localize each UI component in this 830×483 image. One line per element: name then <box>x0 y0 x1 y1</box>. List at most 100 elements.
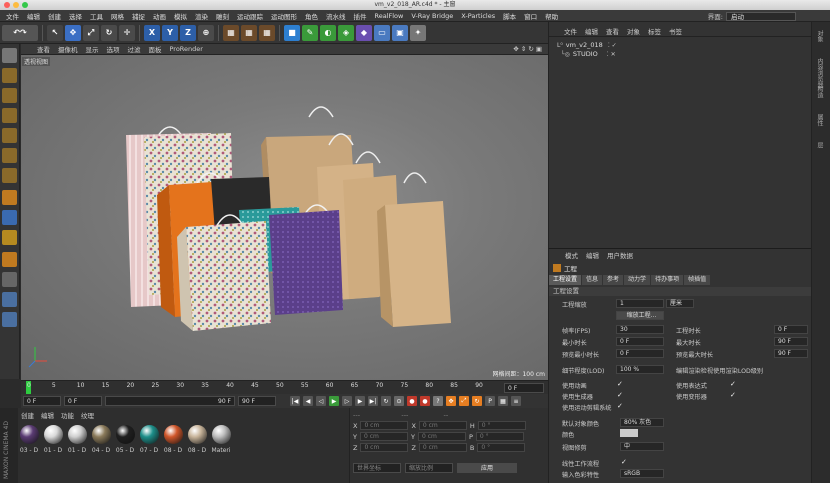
object-menu-item[interactable]: 文件 <box>560 26 581 36</box>
workplane-mode-icon[interactable] <box>2 108 17 123</box>
default-color-select[interactable]: 80% 灰色 <box>620 418 664 427</box>
close-window-button[interactable] <box>4 2 10 8</box>
start-frame-field[interactable]: 0 F <box>23 396 61 406</box>
menu-item[interactable]: 渲染 <box>191 11 212 21</box>
play-icon[interactable]: ▶ <box>329 396 339 406</box>
scale-project-button[interactable]: 缩放工程... <box>616 311 664 320</box>
render-view-icon[interactable]: ▦ <box>223 24 239 41</box>
viewport-menu-item[interactable]: 显示 <box>82 44 103 54</box>
coord-field[interactable]: 0 cm <box>418 443 467 452</box>
parameter-key-icon[interactable]: P <box>485 396 495 406</box>
menu-item[interactable]: 网格 <box>107 11 128 21</box>
camera-icon[interactable]: ▣ <box>392 24 408 41</box>
scale-key-icon[interactable]: ⤢ <box>459 396 469 406</box>
current-frame-field[interactable]: 0 F <box>504 383 544 393</box>
edges-mode-icon[interactable] <box>2 148 17 163</box>
scale-unit-select[interactable]: 厘米 <box>666 299 694 308</box>
next-key-icon[interactable]: ▶ <box>355 396 365 406</box>
attribute-tab[interactable]: 帧插值 <box>684 275 711 285</box>
side-tab[interactable]: 构造 <box>815 86 824 98</box>
viewport-menu-item[interactable]: 面板 <box>145 44 166 54</box>
auto-keyframe-icon[interactable]: ● <box>420 396 430 406</box>
input-profile-select[interactable]: sRGB <box>620 469 664 478</box>
apply-button[interactable]: 应用 <box>457 463 517 473</box>
keyframe-select-icon[interactable]: ⊙ <box>394 396 404 406</box>
attribute-tab[interactable]: 信息 <box>582 275 603 285</box>
x-axis-lock-icon[interactable]: X <box>144 24 160 41</box>
object-menu-item[interactable]: 书签 <box>665 26 686 36</box>
side-tab[interactable]: 对象 <box>815 30 824 42</box>
menu-item[interactable]: 创建 <box>44 11 65 21</box>
planar-workplane-icon[interactable] <box>2 312 17 327</box>
point-level-key-icon[interactable]: ▦ <box>498 396 508 406</box>
coord-field[interactable]: 0 ° <box>477 443 526 452</box>
material-ball[interactable] <box>20 425 39 444</box>
menu-item[interactable]: 脚本 <box>499 11 520 21</box>
min-time-field[interactable]: 0 F <box>616 337 664 346</box>
menu-item[interactable]: 文件 <box>2 11 23 21</box>
visibility-dots-icon[interactable]: ⁚ ✓ <box>608 42 617 49</box>
menu-item[interactable]: V-Ray Bridge <box>407 12 457 20</box>
rotation-key-icon[interactable]: ↻ <box>472 396 482 406</box>
recent-tool-icon[interactable]: ✛ <box>119 24 135 41</box>
viewport-menu-item[interactable]: 查看 <box>33 44 54 54</box>
material-ball[interactable] <box>140 425 159 444</box>
object-menu-item[interactable]: 编辑 <box>581 26 602 36</box>
object-menu-item[interactable]: 标签 <box>644 26 665 36</box>
object-row[interactable]: L⁰ vm_v2_018 ⁚ ✓ <box>557 41 617 49</box>
lock-workplane-icon[interactable] <box>2 272 17 287</box>
tweak-mode-icon[interactable] <box>2 210 17 225</box>
position-key-icon[interactable]: ✥ <box>446 396 456 406</box>
points-mode-icon[interactable] <box>2 128 17 143</box>
material-ball[interactable] <box>164 425 183 444</box>
menu-item[interactable]: 角色 <box>301 11 322 21</box>
attribute-tab[interactable]: 动力学 <box>624 275 651 285</box>
size-mode-select[interactable]: 缩放比例 <box>405 463 453 473</box>
linear-workflow-checkbox[interactable]: ✓ <box>621 458 627 466</box>
preview-min-field[interactable]: 0 F <box>616 349 664 358</box>
use-motion-checkbox[interactable]: ✓ <box>617 402 623 410</box>
undo-redo-icon[interactable]: ↶↷ <box>2 24 38 41</box>
scale-field[interactable]: 1 <box>616 299 664 308</box>
object-menu-item[interactable]: 查看 <box>602 26 623 36</box>
object-menu-item[interactable]: 对象 <box>623 26 644 36</box>
max-time-field[interactable]: 90 F <box>774 337 808 346</box>
preview-max-field[interactable]: 90 F <box>774 349 808 358</box>
side-tab[interactable]: 层 <box>815 142 824 148</box>
max-frame-field[interactable]: 90 F <box>105 396 235 406</box>
menu-item[interactable]: 插件 <box>350 11 371 21</box>
menu-item[interactable]: 动画 <box>149 11 170 21</box>
menu-item[interactable]: 帮助 <box>541 11 562 21</box>
material-menu-item[interactable]: 纹理 <box>81 410 94 420</box>
menu-item[interactable]: RealFlow <box>371 12 408 20</box>
viewport-menu-item[interactable]: 过滤 <box>124 44 145 54</box>
y-axis-lock-icon[interactable]: Y <box>162 24 178 41</box>
loop-icon[interactable]: ↻ <box>381 396 391 406</box>
minimize-window-button[interactable] <box>13 2 19 8</box>
material-ball[interactable] <box>188 425 207 444</box>
cube-primitive-icon[interactable]: ■ <box>284 24 300 41</box>
material-menu-item[interactable]: 功能 <box>61 410 74 420</box>
menu-item[interactable]: 工具 <box>86 11 107 21</box>
rotate-tool-icon[interactable]: ↻ <box>101 24 117 41</box>
prev-key-icon[interactable]: ◀ <box>303 396 313 406</box>
goto-end-icon[interactable]: ▶| <box>368 396 378 406</box>
attribute-tab[interactable]: 参考 <box>603 275 624 285</box>
attribute-menu-item[interactable]: 用户数据 <box>603 250 637 260</box>
material-ball[interactable] <box>44 425 63 444</box>
use-deformer-checkbox[interactable]: ✓ <box>730 391 736 399</box>
array-icon[interactable]: ◈ <box>338 24 354 41</box>
menu-item[interactable]: 流水线 <box>322 11 350 21</box>
attribute-tab[interactable]: 待办事项 <box>651 275 684 285</box>
timeline-menu-icon[interactable]: ≡ <box>511 396 521 406</box>
nurbs-icon[interactable]: ◐ <box>320 24 336 41</box>
coordinate-system-icon[interactable]: ⊕ <box>198 24 214 41</box>
prev-frame-icon[interactable]: ◁ <box>316 396 326 406</box>
side-tab[interactable]: 内容浏览器 <box>815 58 824 88</box>
coordinate-mode-select[interactable]: 世界坐标 <box>353 463 401 473</box>
layout-select[interactable]: 启动 <box>726 11 796 21</box>
coord-field[interactable]: 0 cm <box>417 432 466 441</box>
color-swatch[interactable] <box>620 429 638 437</box>
attribute-tab[interactable]: 工程设置 <box>549 275 582 285</box>
coord-field[interactable]: 0 ° <box>477 421 526 430</box>
